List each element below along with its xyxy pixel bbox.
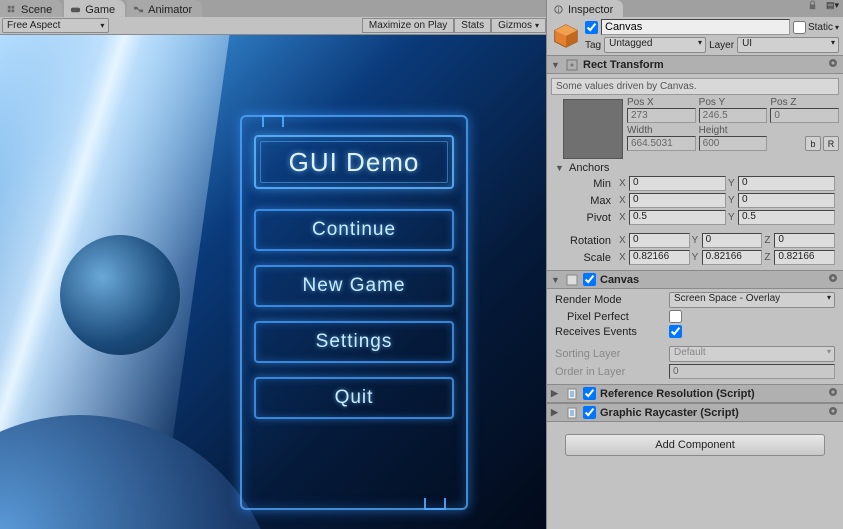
- aspect-dropdown[interactable]: Free Aspect▾: [2, 18, 109, 33]
- driven-note: Some values driven by Canvas.: [551, 78, 839, 95]
- inspector-tabs: i Inspector ▤▾: [547, 0, 843, 17]
- rect-transform-icon: [565, 58, 579, 72]
- static-checkbox[interactable]: [793, 21, 806, 34]
- gizmos-button[interactable]: Gizmos▾: [491, 18, 546, 33]
- rect-transform-body: Some values driven by Canvas. Pos X273 P…: [547, 74, 843, 270]
- scene-icon: [6, 4, 17, 15]
- foldout-icon: ▶: [551, 388, 561, 399]
- newgame-button[interactable]: New Game: [254, 265, 454, 307]
- order-field: 0: [669, 364, 835, 379]
- render-mode-dropdown[interactable]: Screen Space - Overlay: [669, 292, 835, 308]
- anchors-label: Anchors: [569, 162, 609, 174]
- tab-scene[interactable]: Scene: [0, 0, 62, 17]
- tab-animator[interactable]: Animator: [127, 0, 202, 17]
- rot-z[interactable]: 0: [774, 233, 835, 248]
- receives-events-checkbox[interactable]: [669, 325, 682, 338]
- anchor-preview[interactable]: [563, 99, 623, 159]
- planet-small: [60, 235, 180, 355]
- maximize-button[interactable]: Maximize on Play: [362, 18, 454, 33]
- canvas-enabled-checkbox[interactable]: [583, 273, 596, 286]
- menu-title: GUI Demo: [254, 135, 454, 189]
- gui-menu-panel: GUI Demo Continue New Game Settings Quit: [240, 115, 468, 510]
- stats-button[interactable]: Stats: [454, 18, 491, 33]
- tag-dropdown[interactable]: Untagged: [604, 37, 706, 53]
- script-icon: [565, 387, 579, 401]
- reference-resolution-header[interactable]: ▶ Reference Resolution (Script): [547, 384, 843, 403]
- static-label: Static: [808, 22, 833, 33]
- chevron-down-icon: ▾: [535, 21, 539, 30]
- canvas-header[interactable]: ▼ Canvas: [547, 270, 843, 289]
- inspector-icon: i: [553, 4, 564, 15]
- pixel-perfect-checkbox[interactable]: [669, 310, 682, 323]
- posx-field[interactable]: 273: [627, 108, 696, 123]
- planet-large: [0, 415, 280, 529]
- canvas-icon: [565, 273, 579, 287]
- game-toolbar: Free Aspect▾ Maximize on Play Stats Gizm…: [0, 17, 546, 35]
- anchor-min-x[interactable]: 0: [629, 176, 726, 191]
- gameobject-icon: [551, 21, 581, 51]
- scale-x[interactable]: 0.82166: [629, 250, 690, 265]
- posz-field[interactable]: 0: [770, 108, 839, 123]
- tab-label: Inspector: [568, 4, 613, 16]
- continue-button[interactable]: Continue: [254, 209, 454, 251]
- rect-transform-header[interactable]: ▼ Rect Transform: [547, 55, 843, 74]
- layer-dropdown[interactable]: UI: [737, 37, 839, 53]
- gear-icon[interactable]: [827, 405, 839, 420]
- tab-label: Game: [85, 4, 115, 16]
- canvas-body: Render ModeScreen Space - Overlay Pixel …: [547, 289, 843, 384]
- foldout-icon: ▶: [551, 407, 561, 418]
- pivot-x[interactable]: 0.5: [629, 210, 726, 225]
- raycaster-enabled-checkbox[interactable]: [583, 406, 596, 419]
- add-component-button[interactable]: Add Component: [565, 434, 825, 456]
- gear-icon[interactable]: [827, 386, 839, 401]
- graphic-raycaster-header[interactable]: ▶ Graphic Raycaster (Script): [547, 403, 843, 422]
- layer-label: Layer: [709, 40, 734, 51]
- chevron-down-icon: ▾: [100, 21, 104, 30]
- lock-icon[interactable]: [807, 0, 818, 17]
- main-tabs: Scene Game Animator: [0, 0, 546, 17]
- tab-label: Animator: [148, 4, 192, 16]
- scale-y[interactable]: 0.82166: [702, 250, 763, 265]
- height-field[interactable]: 600: [699, 136, 768, 151]
- game-view[interactable]: GUI Demo Continue New Game Settings Quit: [0, 35, 546, 529]
- scale-z[interactable]: 0.82166: [774, 250, 835, 265]
- blueprint-button[interactable]: b: [805, 136, 821, 151]
- gear-icon[interactable]: [827, 57, 839, 72]
- anchor-min-y[interactable]: 0: [738, 176, 835, 191]
- chevron-down-icon[interactable]: ▾: [835, 23, 839, 32]
- script-icon: [565, 406, 579, 420]
- tag-label: Tag: [585, 40, 601, 51]
- quit-button[interactable]: Quit: [254, 377, 454, 419]
- width-field[interactable]: 664.5031: [627, 136, 696, 151]
- rot-y[interactable]: 0: [702, 233, 763, 248]
- anchor-max-y[interactable]: 0: [738, 193, 835, 208]
- foldout-icon: ▼: [551, 275, 561, 285]
- foldout-icon[interactable]: ▼: [555, 163, 565, 173]
- inspector-header: Static ▾ Tag Untagged Layer UI: [547, 17, 843, 55]
- foldout-icon: ▼: [551, 60, 561, 70]
- rot-x[interactable]: 0: [629, 233, 690, 248]
- gear-icon[interactable]: [827, 272, 839, 287]
- animator-icon: [133, 4, 144, 15]
- anchor-max-x[interactable]: 0: [629, 193, 726, 208]
- game-icon: [70, 4, 81, 15]
- tab-game[interactable]: Game: [64, 0, 125, 17]
- pivot-y[interactable]: 0.5: [738, 210, 835, 225]
- panel-menu-icon[interactable]: ▤▾: [822, 0, 843, 17]
- active-checkbox[interactable]: [585, 21, 598, 34]
- object-name-input[interactable]: [601, 19, 790, 35]
- refres-enabled-checkbox[interactable]: [583, 387, 596, 400]
- component-title: Canvas: [600, 274, 639, 286]
- component-title: Graphic Raycaster (Script): [600, 407, 739, 419]
- settings-button[interactable]: Settings: [254, 321, 454, 363]
- tab-label: Scene: [21, 4, 52, 16]
- sorting-layer-dropdown: Default: [669, 346, 835, 362]
- raw-button[interactable]: R: [823, 136, 839, 151]
- component-title: Reference Resolution (Script): [600, 388, 755, 400]
- posy-field[interactable]: 246.5: [699, 108, 768, 123]
- tab-inspector[interactable]: i Inspector: [547, 0, 623, 17]
- component-title: Rect Transform: [583, 59, 664, 71]
